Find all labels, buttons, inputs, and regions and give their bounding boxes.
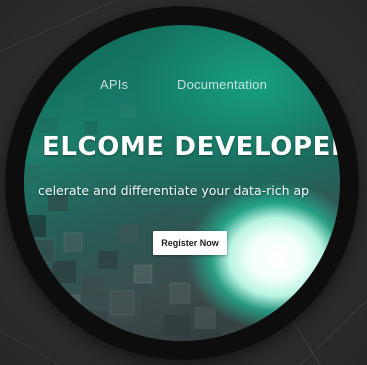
nav-link-documentation[interactable]: Documentation xyxy=(177,77,267,92)
nav-link-apis[interactable]: APIs xyxy=(100,77,128,92)
register-now-button[interactable]: Register Now xyxy=(153,231,227,255)
page: APIs Documentation ELCOME DEVELOPEI cele… xyxy=(0,0,367,365)
hero-title: ELCOME DEVELOPEI xyxy=(42,132,340,162)
hero-subtitle: celerate and differentiate your data-ric… xyxy=(38,183,310,198)
website-screen: APIs Documentation ELCOME DEVELOPEI cele… xyxy=(24,25,340,341)
